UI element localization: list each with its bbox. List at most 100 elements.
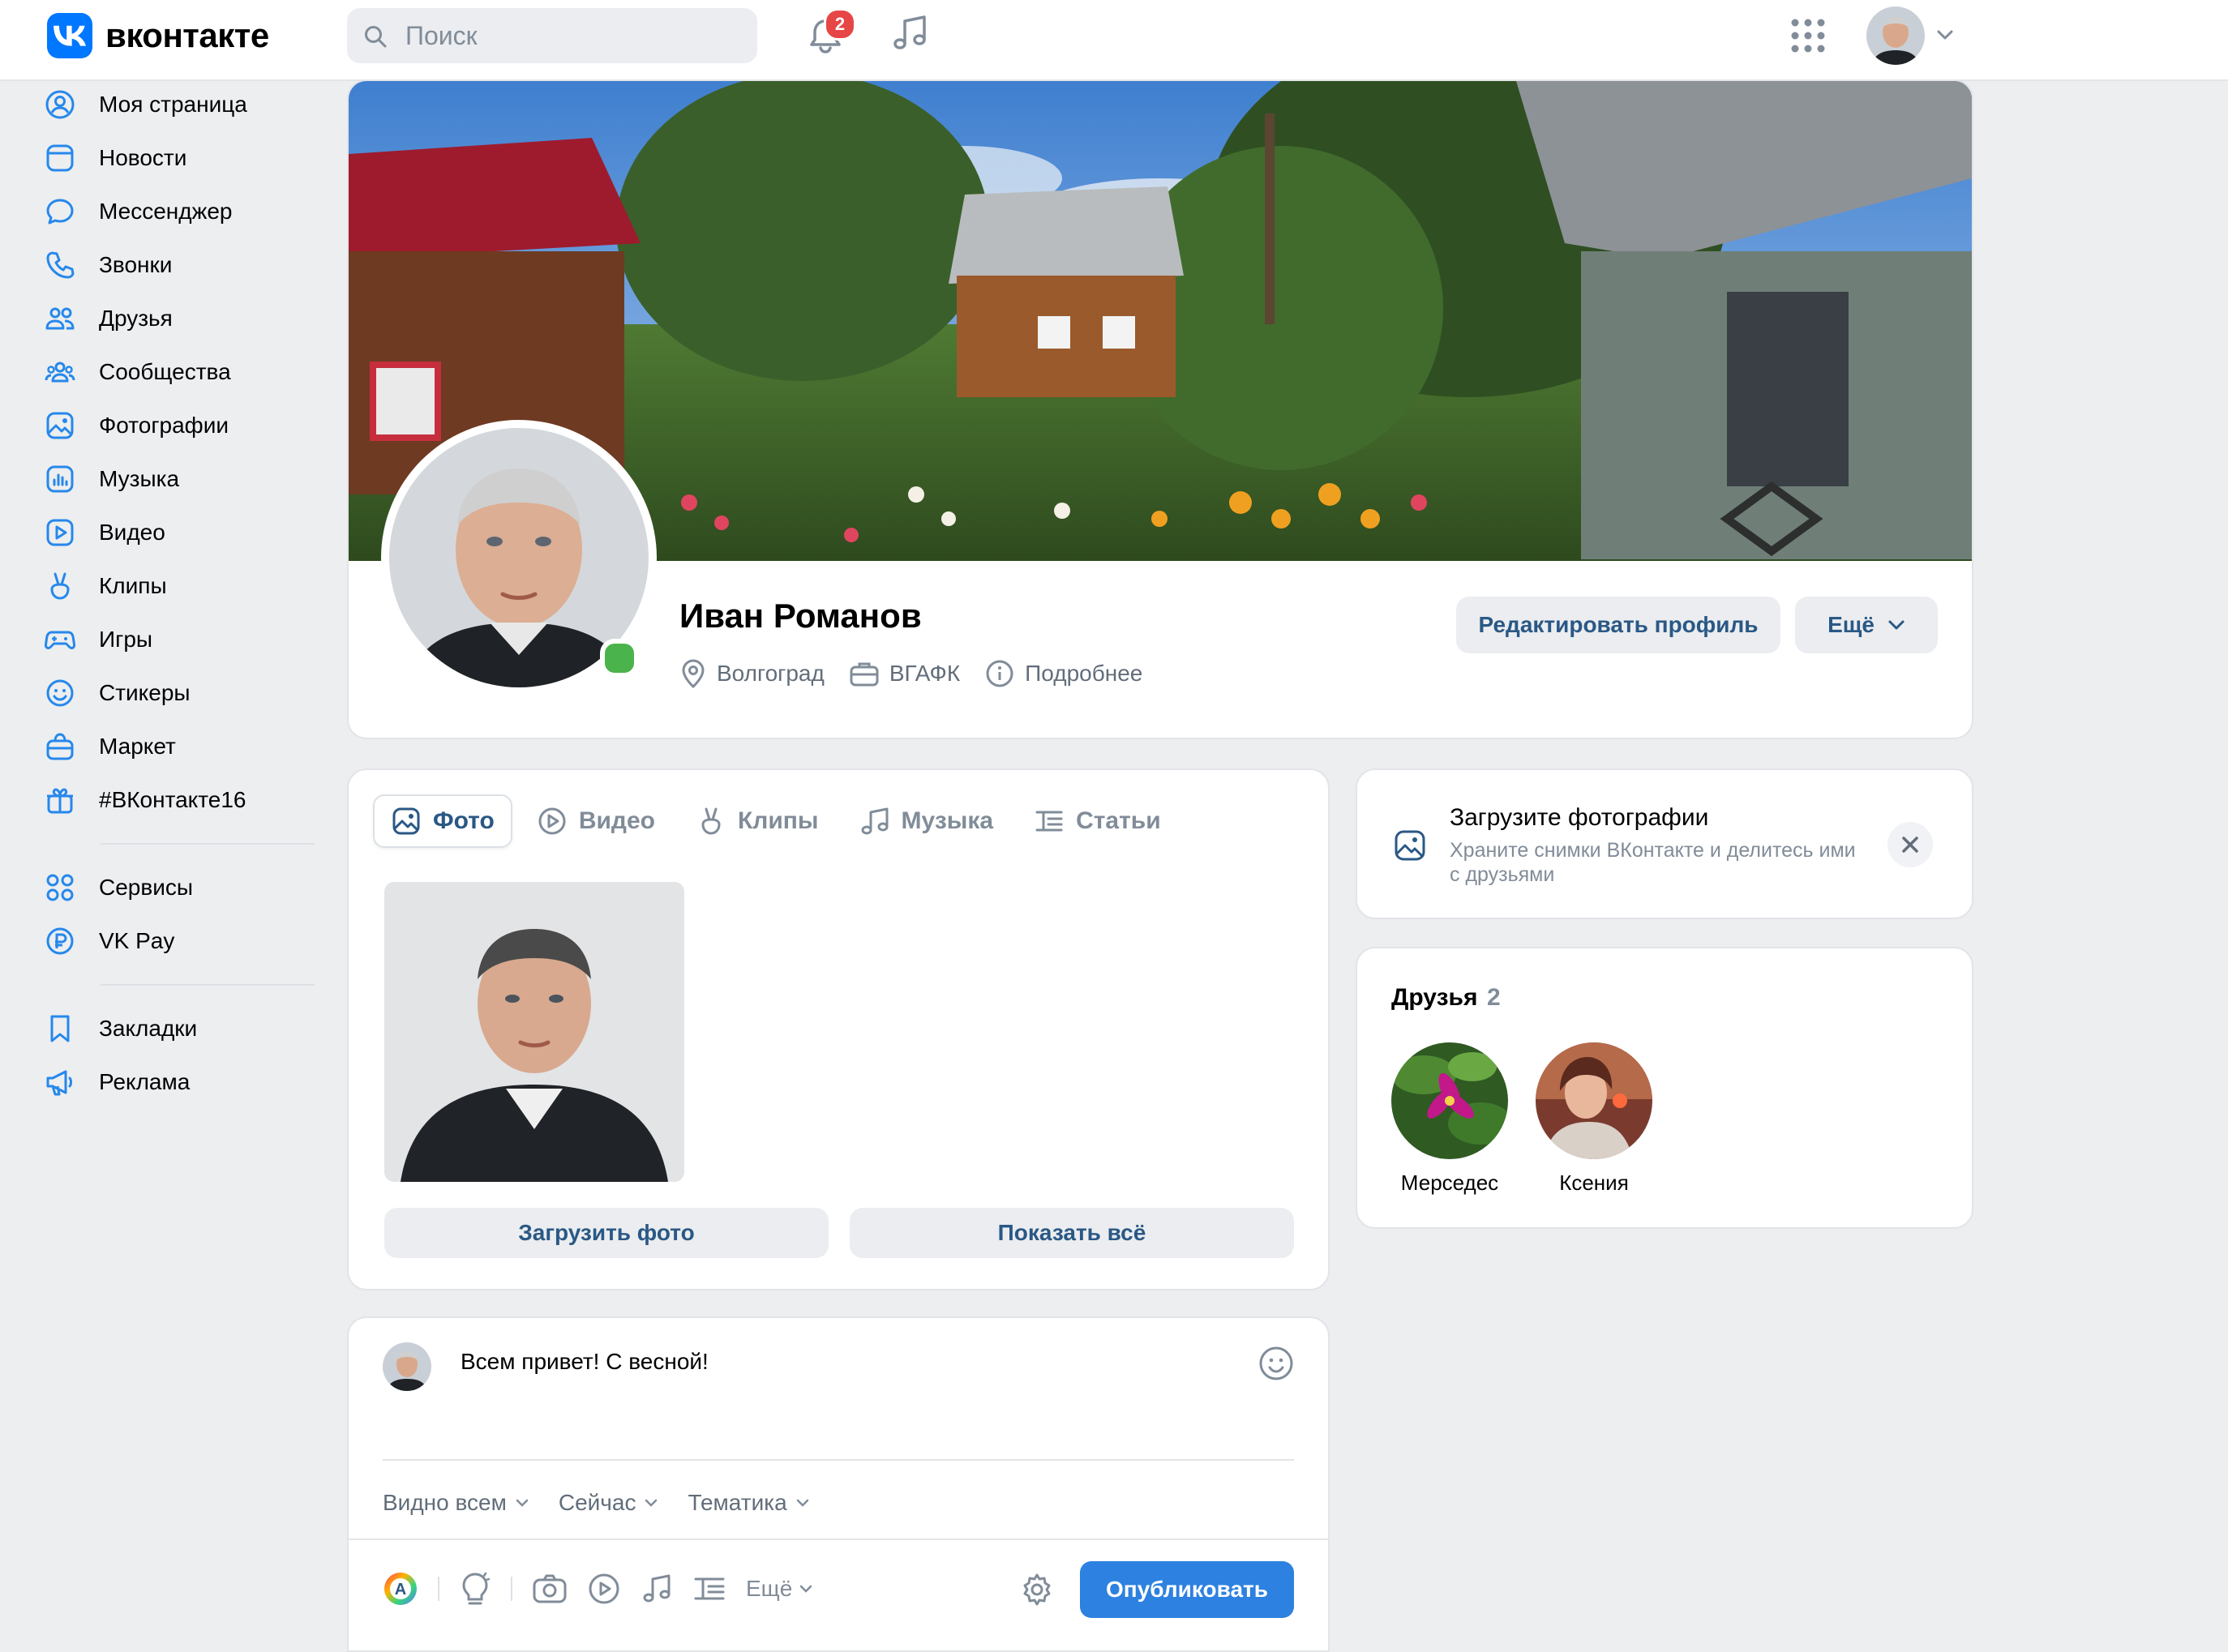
sidebar-item-label: Музыка bbox=[99, 466, 180, 491]
chevron-down-icon bbox=[796, 1499, 808, 1507]
sidebar-item-ads[interactable]: Реклама bbox=[44, 1055, 319, 1109]
sidebar-item-label: Закладки bbox=[99, 1016, 198, 1041]
sidebar-item-label: VK Pay bbox=[99, 928, 175, 953]
sidebar-item-market[interactable]: Маркет bbox=[44, 720, 319, 773]
tab-video[interactable]: Видео bbox=[521, 796, 671, 846]
sidebar-item-photos[interactable]: Фотографии bbox=[44, 399, 319, 452]
time-label: Сейчас bbox=[558, 1490, 636, 1515]
tab-label: Фото bbox=[433, 807, 495, 834]
music-player-icon[interactable] bbox=[889, 11, 932, 55]
gear-icon[interactable] bbox=[1020, 1573, 1054, 1607]
search-box[interactable] bbox=[347, 8, 757, 63]
idea-bulb-icon[interactable] bbox=[459, 1571, 491, 1607]
profile-details-link[interactable]: Подробнее bbox=[984, 658, 1142, 689]
video-icon[interactable] bbox=[587, 1572, 621, 1606]
ads-icon bbox=[44, 1066, 76, 1098]
sidebar-item-clips[interactable]: Клипы bbox=[44, 559, 319, 613]
tab-label: Музыка bbox=[901, 807, 994, 834]
online-status-indicator bbox=[600, 639, 639, 678]
stickers-icon bbox=[44, 677, 76, 709]
header-avatar[interactable] bbox=[1866, 6, 1925, 65]
sidebar-item-label: Сообщества bbox=[99, 359, 231, 384]
apps-grid-icon[interactable] bbox=[1789, 16, 1827, 55]
article-icon[interactable] bbox=[692, 1573, 726, 1605]
friend-item[interactable]: Ксения bbox=[1523, 1042, 1665, 1196]
svg-text:A: A bbox=[395, 1581, 406, 1599]
gift-icon bbox=[44, 784, 76, 816]
chevron-down-icon bbox=[1888, 620, 1905, 630]
sidebar-item-label: Фотографии bbox=[99, 413, 229, 438]
friends-title[interactable]: Друзья bbox=[1391, 984, 1477, 1012]
sidebar-item-vk16[interactable]: #ВКонтакте16 bbox=[44, 773, 319, 827]
publish-button[interactable]: Опубликовать bbox=[1080, 1561, 1294, 1618]
message-icon bbox=[44, 195, 76, 228]
toolbar-more-label: Ещё bbox=[746, 1576, 793, 1601]
friend-name: Ксения bbox=[1559, 1171, 1629, 1195]
post-text-field[interactable]: Всем привет! С весной! bbox=[461, 1349, 709, 1375]
sidebar-item-video[interactable]: Видео bbox=[44, 506, 319, 559]
visibility-dropdown[interactable]: Видно всем bbox=[383, 1490, 529, 1516]
vkpay-icon bbox=[44, 925, 76, 957]
tab-photo[interactable]: Фото bbox=[373, 794, 512, 848]
profile-photo-thumbnail[interactable] bbox=[384, 882, 684, 1182]
topic-dropdown[interactable]: Тематика bbox=[688, 1490, 809, 1516]
sidebar-item-vkpay[interactable]: VK Pay bbox=[44, 914, 319, 968]
friends-icon bbox=[44, 302, 76, 335]
games-icon bbox=[44, 623, 76, 656]
left-sidebar: Моя страница Новости Мессенджер Звонки Д… bbox=[44, 78, 319, 1109]
profile-details-text: Подробнее bbox=[1025, 661, 1143, 686]
music-icon[interactable] bbox=[641, 1572, 673, 1606]
music-icon bbox=[44, 463, 76, 495]
sidebar-item-my-page[interactable]: Моя страница bbox=[44, 78, 319, 131]
show-all-button[interactable]: Показать всё bbox=[850, 1208, 1294, 1258]
sidebar-item-label: Игры bbox=[99, 627, 153, 652]
sidebar-item-music[interactable]: Музыка bbox=[44, 452, 319, 506]
post-composer: Всем привет! С весной! Видно всем Сейчас… bbox=[347, 1316, 1330, 1652]
sidebar-item-news[interactable]: Новости bbox=[44, 131, 319, 185]
friend-avatar bbox=[1391, 1042, 1508, 1159]
sidebar-item-label: Новости bbox=[99, 145, 187, 170]
sidebar-item-messenger[interactable]: Мессенджер bbox=[44, 185, 319, 238]
search-input[interactable] bbox=[405, 8, 746, 63]
profile-more-button[interactable]: Ещё bbox=[1795, 597, 1938, 653]
sidebar-item-friends[interactable]: Друзья bbox=[44, 292, 319, 345]
edit-profile-button[interactable]: Редактировать профиль bbox=[1456, 597, 1780, 653]
toolbar-more-dropdown[interactable]: Ещё bbox=[746, 1576, 813, 1602]
profile-education[interactable]: ВГАФК bbox=[849, 659, 960, 688]
profile-card: Иван Романов Волгоград ВГАФК Подробнее Р… bbox=[347, 79, 1973, 739]
emoji-icon[interactable] bbox=[1257, 1344, 1296, 1383]
chevron-down-icon[interactable] bbox=[1936, 29, 1954, 41]
sidebar-item-label: Клипы bbox=[99, 573, 167, 598]
sidebar-item-label: Мессенджер bbox=[99, 199, 233, 224]
tab-clips[interactable]: Клипы bbox=[679, 796, 835, 846]
sidebar-item-stickers[interactable]: Стикеры bbox=[44, 666, 319, 720]
camera-icon[interactable] bbox=[532, 1573, 568, 1605]
sidebar-item-label: Звонки bbox=[99, 252, 173, 277]
upload-photo-button[interactable]: Загрузить фото bbox=[384, 1208, 829, 1258]
profile-city[interactable]: Волгоград bbox=[679, 658, 825, 689]
media-tabs: Фото Видео Клипы Музыка Статьи bbox=[373, 794, 1185, 848]
sidebar-item-label: Моя страница bbox=[99, 92, 247, 117]
services-icon bbox=[44, 871, 76, 904]
friend-item[interactable]: Мерседес bbox=[1378, 1042, 1521, 1196]
close-hint-button[interactable] bbox=[1887, 822, 1933, 867]
tab-music[interactable]: Музыка bbox=[843, 796, 1010, 846]
friend-avatar bbox=[1536, 1042, 1652, 1159]
briefcase-icon bbox=[850, 662, 879, 687]
media-card: Фото Видео Клипы Музыка Статьи Загрузить… bbox=[347, 768, 1330, 1290]
sidebar-item-communities[interactable]: Сообщества bbox=[44, 345, 319, 399]
vk-logo[interactable]: вконтакте bbox=[47, 13, 269, 58]
sidebar-item-services[interactable]: Сервисы bbox=[44, 861, 319, 914]
sidebar-item-bookmarks[interactable]: Закладки bbox=[44, 1002, 319, 1055]
tab-label: Статьи bbox=[1076, 807, 1161, 834]
text-color-icon[interactable]: A bbox=[383, 1571, 418, 1607]
profile-education-text: ВГАФК bbox=[889, 661, 961, 686]
user-circle-icon bbox=[44, 88, 76, 121]
sidebar-item-games[interactable]: Игры bbox=[44, 613, 319, 666]
sidebar-item-calls[interactable]: Звонки bbox=[44, 238, 319, 292]
location-pin-icon bbox=[682, 659, 705, 689]
tab-articles[interactable]: Статьи bbox=[1018, 796, 1177, 846]
search-icon bbox=[363, 24, 388, 49]
time-dropdown[interactable]: Сейчас bbox=[559, 1490, 659, 1516]
upload-hint-title: Загрузите фотографии bbox=[1450, 804, 1709, 831]
